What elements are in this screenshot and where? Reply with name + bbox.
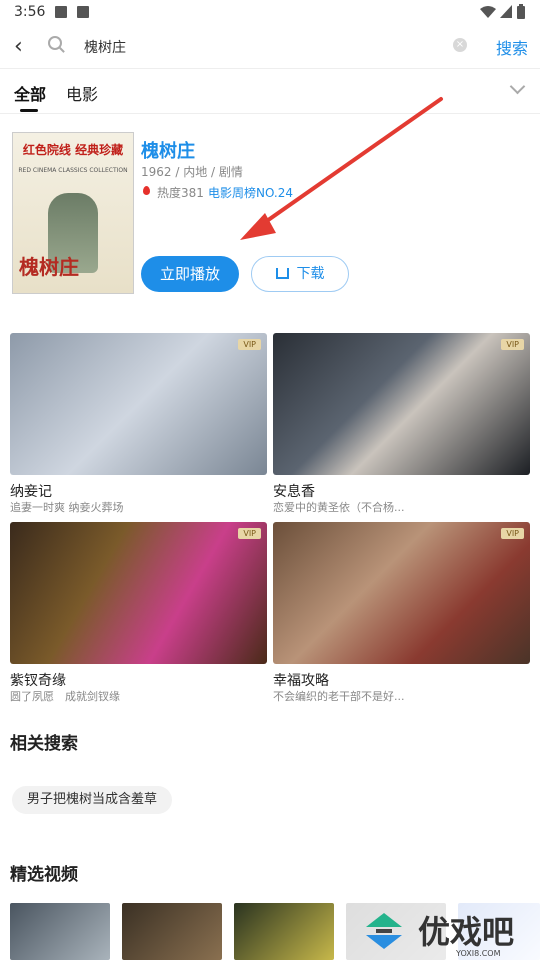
download-icon [275, 268, 289, 279]
vip-badge: VIP [501, 339, 524, 350]
video-thumbnail: VIP [10, 522, 267, 664]
video-card[interactable]: VIP 安息香 恋爱中的黄圣依（不合杨... [273, 333, 530, 514]
featured-video-thumbnail[interactable] [122, 903, 222, 960]
play-now-button[interactable]: 立即播放 [141, 256, 239, 292]
signal-icon [500, 5, 512, 18]
tab-all[interactable]: 全部 [14, 81, 46, 105]
app-notification-icon [77, 6, 89, 18]
status-time: 3:56 [14, 4, 46, 20]
chevron-down-icon[interactable] [509, 78, 526, 95]
video-desc: 圆了夙愿 成就剑钗缘 [10, 690, 120, 703]
vip-badge: VIP [238, 528, 261, 539]
video-thumbnail: VIP [10, 333, 267, 475]
watermark-url: YOXI8.COM [456, 949, 501, 958]
featured-video-thumbnail[interactable] [10, 903, 110, 960]
tab-movie[interactable]: 电影 [66, 81, 98, 105]
download-label: 下载 [296, 266, 325, 282]
video-title: 安息香 [273, 484, 315, 500]
site-watermark: 优戏吧 YOXI8.COM [346, 903, 540, 960]
poster-band-text: 红色院线 经典珍藏 [22, 143, 124, 157]
wifi-icon [480, 6, 496, 18]
video-thumbnail: VIP [273, 522, 530, 664]
related-search-title: 相关搜索 [10, 734, 78, 754]
clear-search-icon[interactable]: × [453, 38, 467, 52]
movie-heat: 热度381 [157, 186, 204, 200]
video-desc: 追妻一时爽 纳妾火葬场 [10, 501, 124, 514]
image-notification-icon [55, 6, 67, 18]
movie-poster[interactable]: 红色院线 经典珍藏 RED CINEMA CLASSICS COLLECTION… [12, 132, 134, 294]
annotation-arrow [240, 97, 443, 240]
video-title: 紫钗奇缘 [10, 673, 66, 689]
search-input[interactable]: 槐树庄 [84, 37, 126, 57]
download-button[interactable]: 下载 [251, 256, 349, 292]
watermark-text: 优戏吧 [418, 913, 515, 951]
vip-badge: VIP [501, 528, 524, 539]
movie-title[interactable]: 槐树庄 [141, 137, 195, 163]
video-desc: 不会编织的老干部不是好... [273, 690, 405, 703]
search-bar: ‹ 槐树庄 × 搜索 [0, 26, 540, 68]
movie-meta: 1962 / 内地 / 剧情 [141, 165, 243, 179]
poster-sub-text: RED CINEMA CLASSICS COLLECTION [18, 167, 128, 174]
search-button[interactable]: 搜索 [496, 35, 528, 59]
featured-video-thumbnail[interactable] [234, 903, 334, 960]
video-thumbnail: VIP [273, 333, 530, 475]
related-search-chip[interactable]: 男子把槐树当成含羞草 [12, 786, 173, 814]
status-bar: 3:56 [0, 0, 540, 26]
back-arrow-icon[interactable]: ‹ [14, 34, 23, 59]
vip-badge: VIP [238, 339, 261, 350]
active-tab-indicator [20, 109, 38, 112]
video-card[interactable]: VIP 幸福攻略 不会编织的老干部不是好... [273, 522, 530, 703]
battery-icon [517, 4, 525, 19]
search-icon [48, 36, 62, 50]
featured-videos-title: 精选视频 [10, 865, 78, 885]
video-title: 纳妾记 [10, 484, 52, 500]
video-card[interactable]: VIP 紫钗奇缘 圆了夙愿 成就剑钗缘 [10, 522, 267, 703]
video-title: 幸福攻略 [273, 673, 329, 689]
video-desc: 恋爱中的黄圣依（不合杨... [273, 501, 405, 514]
poster-title: 槐树庄 [19, 255, 79, 279]
site-logo-icon [366, 913, 402, 949]
video-card[interactable]: VIP 纳妾记 追妻一时爽 纳妾火葬场 [10, 333, 267, 514]
fire-icon [143, 186, 150, 195]
